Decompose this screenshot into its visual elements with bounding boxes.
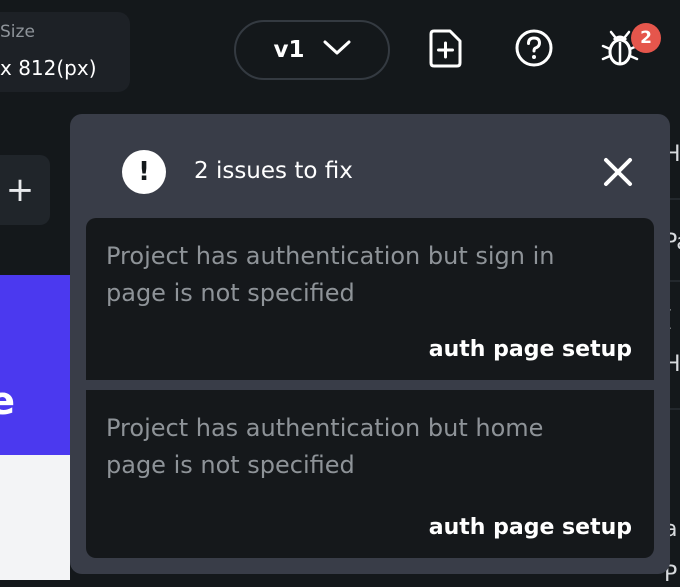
chevron-down-icon bbox=[323, 40, 351, 60]
popover-title: 2 issues to fix bbox=[194, 158, 353, 184]
issue-card: Project has authentication but sign in p… bbox=[86, 218, 654, 380]
issue-message: Project has authentication but sign in p… bbox=[106, 242, 555, 307]
issue-count-badge: 2 bbox=[631, 23, 661, 53]
canvas-size-display: Size x 812(px) bbox=[0, 12, 130, 92]
version-label: v1 bbox=[273, 37, 305, 63]
auth-page-setup-link[interactable]: auth page setup bbox=[429, 337, 632, 362]
size-label: Size bbox=[0, 22, 35, 42]
new-page-icon bbox=[428, 28, 464, 72]
help-button[interactable] bbox=[512, 28, 556, 72]
size-value: x 812(px) bbox=[0, 56, 97, 80]
help-icon bbox=[514, 28, 554, 72]
version-dropdown[interactable]: v1 bbox=[234, 20, 390, 80]
close-icon bbox=[602, 156, 634, 192]
issue-message: Project has authentication but home page… bbox=[106, 414, 544, 479]
alert-icon: ! bbox=[122, 150, 166, 194]
top-toolbar: Size x 812(px) v1 2 bbox=[0, 0, 680, 112]
auth-page-setup-link[interactable]: auth page setup bbox=[429, 515, 632, 540]
hero-title: tle bbox=[0, 379, 15, 423]
add-button[interactable]: + bbox=[0, 155, 50, 225]
new-page-button[interactable] bbox=[424, 28, 468, 72]
issues-popover: ! 2 issues to fix Project has authentica… bbox=[70, 114, 670, 574]
canvas-hero-banner: tle bbox=[0, 275, 70, 455]
close-button[interactable] bbox=[598, 154, 638, 194]
issue-card: Project has authentication but home page… bbox=[86, 390, 654, 558]
